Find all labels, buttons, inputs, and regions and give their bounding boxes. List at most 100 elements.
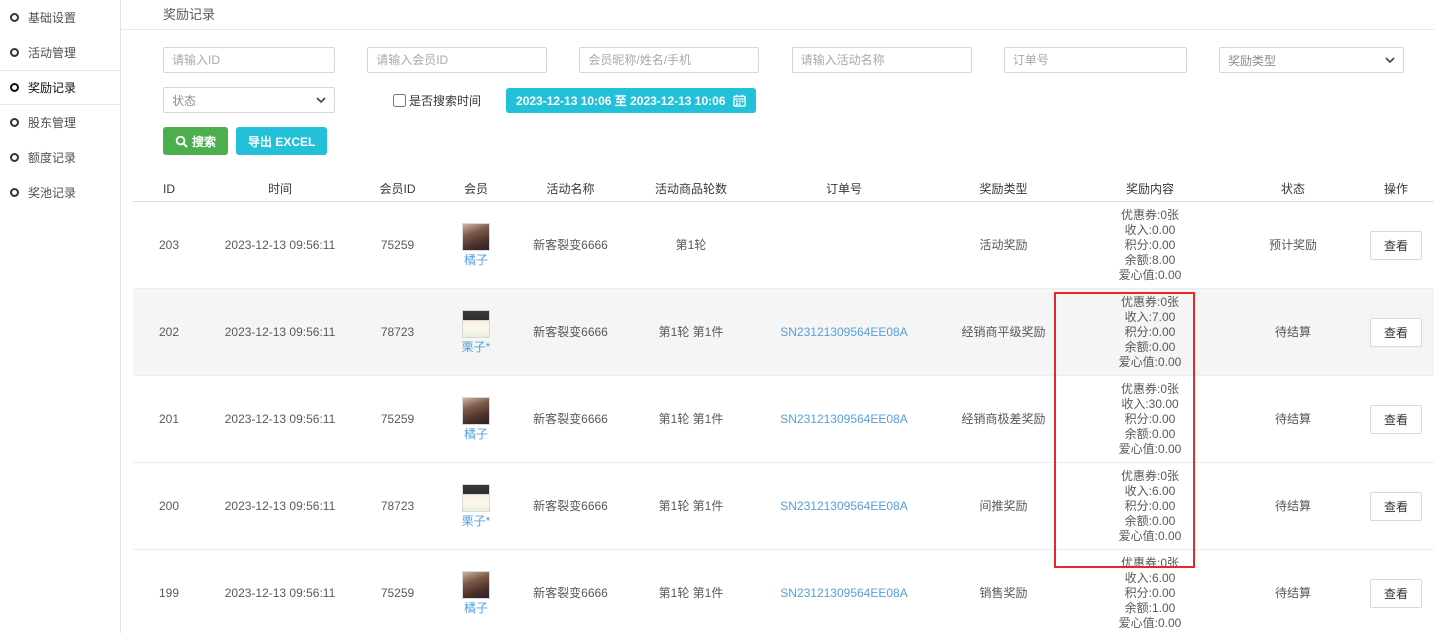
col-header-action: 操作	[1358, 180, 1434, 197]
order-number-link[interactable]: SN23121309564EE08A	[780, 586, 907, 600]
reward-content-line: 收入:6.00	[1072, 484, 1228, 499]
status-select[interactable]: 状态	[163, 87, 335, 113]
member-name-input[interactable]	[579, 47, 759, 73]
reward-content-line: 爱心值:0.00	[1072, 616, 1228, 631]
order-no-input[interactable]	[1004, 47, 1187, 73]
status-select-label: 状态	[172, 92, 196, 109]
sidebar-item-股东管理[interactable]: 股东管理	[0, 105, 120, 140]
id-input[interactable]	[163, 47, 335, 73]
reward-content-line: 收入:0.00	[1072, 223, 1228, 238]
member-avatar[interactable]	[462, 571, 490, 599]
cell-activity-name: 新客裂变6666	[512, 412, 629, 427]
sidebar-item-label: 股东管理	[28, 114, 76, 131]
order-number-link[interactable]: SN23121309564EE08A	[780, 499, 907, 513]
sidebar-item-label: 奖励记录	[28, 79, 76, 96]
cell-time: 2023-12-13 09:56:11	[205, 586, 355, 601]
table-row: 202 2023-12-13 09:56:11 78723 栗子* 新客裂变66…	[133, 289, 1434, 376]
reward-content-line: 优惠券:0张	[1072, 382, 1228, 397]
cell-status: 待结算	[1228, 586, 1358, 601]
reward-content-line: 收入:6.00	[1072, 571, 1228, 586]
main-content: 奖励记录 奖励类型 状态	[121, 0, 1434, 633]
member-avatar[interactable]	[462, 310, 490, 338]
cell-status: 待结算	[1228, 412, 1358, 427]
sidebar-item-额度记录[interactable]: 额度记录	[0, 140, 120, 175]
order-number-link[interactable]: SN23121309564EE08A	[780, 325, 907, 339]
cell-action: 查看	[1358, 318, 1434, 347]
view-button[interactable]: 查看	[1370, 405, 1422, 434]
cell-status: 待结算	[1228, 499, 1358, 514]
reward-content-line: 优惠券:0张	[1072, 295, 1228, 310]
sidebar-item-基础设置[interactable]: 基础设置	[0, 0, 120, 35]
export-excel-button[interactable]: 导出 EXCEL	[236, 127, 327, 155]
col-header-reward-content: 奖励内容	[1072, 180, 1228, 197]
search-time-checkbox-group: 是否搜索时间	[393, 92, 481, 109]
reward-content-line: 积分:0.00	[1072, 499, 1228, 514]
cell-status: 待结算	[1228, 325, 1358, 340]
search-button[interactable]: 搜索	[163, 127, 228, 155]
table-body: 203 2023-12-13 09:56:11 75259 橘子 新客裂变666…	[133, 202, 1434, 633]
reward-content-line: 爱心值:0.00	[1072, 268, 1228, 283]
cell-round: 第1轮 第1件	[629, 499, 753, 514]
cell-activity-name: 新客裂变6666	[512, 586, 629, 601]
order-number-link[interactable]: SN23121309564EE08A	[780, 412, 907, 426]
reward-type-select[interactable]: 奖励类型	[1219, 47, 1404, 73]
cell-status: 预计奖励	[1228, 238, 1358, 253]
sidebar-item-label: 奖池记录	[28, 184, 76, 201]
cell-member: 栗子*	[440, 484, 512, 529]
member-name-link[interactable]: 栗子*	[462, 514, 491, 529]
search-time-checkbox[interactable]	[393, 94, 406, 107]
member-name-link[interactable]: 橘子	[464, 601, 488, 616]
member-avatar[interactable]	[462, 223, 490, 251]
view-button[interactable]: 查看	[1370, 579, 1422, 608]
chevron-down-icon	[1385, 55, 1395, 65]
reward-content-line: 积分:0.00	[1072, 238, 1228, 253]
member-avatar[interactable]	[462, 484, 490, 512]
sidebar-item-活动管理[interactable]: 活动管理	[0, 35, 120, 70]
sidebar-item-奖励记录[interactable]: 奖励记录	[0, 70, 120, 105]
cell-order: SN23121309564EE08A	[753, 586, 935, 601]
date-range-button[interactable]: 2023-12-13 10:06 至 2023-12-13 10:06	[506, 88, 756, 113]
reward-type-select-label: 奖励类型	[1228, 52, 1276, 69]
cell-action: 查看	[1358, 231, 1434, 260]
view-button[interactable]: 查看	[1370, 231, 1422, 260]
reward-content-line: 收入:30.00	[1072, 397, 1228, 412]
col-header-reward-type: 奖励类型	[935, 180, 1072, 197]
reward-content-line: 收入:7.00	[1072, 310, 1228, 325]
reward-content-line: 优惠券:0张	[1072, 208, 1228, 223]
member-name-link[interactable]: 橘子	[464, 253, 488, 268]
member-name-link[interactable]: 栗子*	[462, 340, 491, 355]
col-header-status: 状态	[1228, 180, 1358, 197]
cell-activity-name: 新客裂变6666	[512, 325, 629, 340]
reward-content-line: 爱心值:0.00	[1072, 442, 1228, 457]
view-button[interactable]: 查看	[1370, 318, 1422, 347]
table-header-row: ID 时间 会员ID 会员 活动名称 活动商品轮数 订单号 奖励类型 奖励内容 …	[133, 176, 1434, 202]
cell-reward-type: 经销商平级奖励	[935, 325, 1072, 340]
circle-icon	[10, 48, 19, 57]
cell-member-id: 78723	[355, 499, 440, 514]
cell-order: SN23121309564EE08A	[753, 412, 935, 427]
cell-member: 橘子	[440, 397, 512, 442]
cell-id: 203	[133, 238, 205, 253]
member-avatar[interactable]	[462, 397, 490, 425]
cell-reward-type: 经销商极差奖励	[935, 412, 1072, 427]
sidebar-item-奖池记录[interactable]: 奖池记录	[0, 175, 120, 210]
cell-id: 201	[133, 412, 205, 427]
search-icon	[175, 135, 188, 148]
cell-id: 199	[133, 586, 205, 601]
member-name-link[interactable]: 橘子	[464, 427, 488, 442]
col-header-member-id: 会员ID	[355, 180, 440, 197]
cell-member-id: 75259	[355, 412, 440, 427]
cell-round: 第1轮	[629, 238, 753, 253]
activity-name-input[interactable]	[792, 47, 972, 73]
reward-content-line: 积分:0.00	[1072, 586, 1228, 601]
reward-content-line: 余额:8.00	[1072, 253, 1228, 268]
cell-member-id: 75259	[355, 238, 440, 253]
sidebar-menu: 基础设置活动管理奖励记录股东管理额度记录奖池记录	[0, 0, 120, 210]
col-header-time: 时间	[205, 180, 355, 197]
member-id-input[interactable]	[367, 47, 547, 73]
col-header-round: 活动商品轮数	[629, 180, 753, 197]
view-button[interactable]: 查看	[1370, 492, 1422, 521]
cell-member-id: 78723	[355, 325, 440, 340]
circle-icon	[10, 153, 19, 162]
search-button-label: 搜索	[192, 133, 216, 150]
